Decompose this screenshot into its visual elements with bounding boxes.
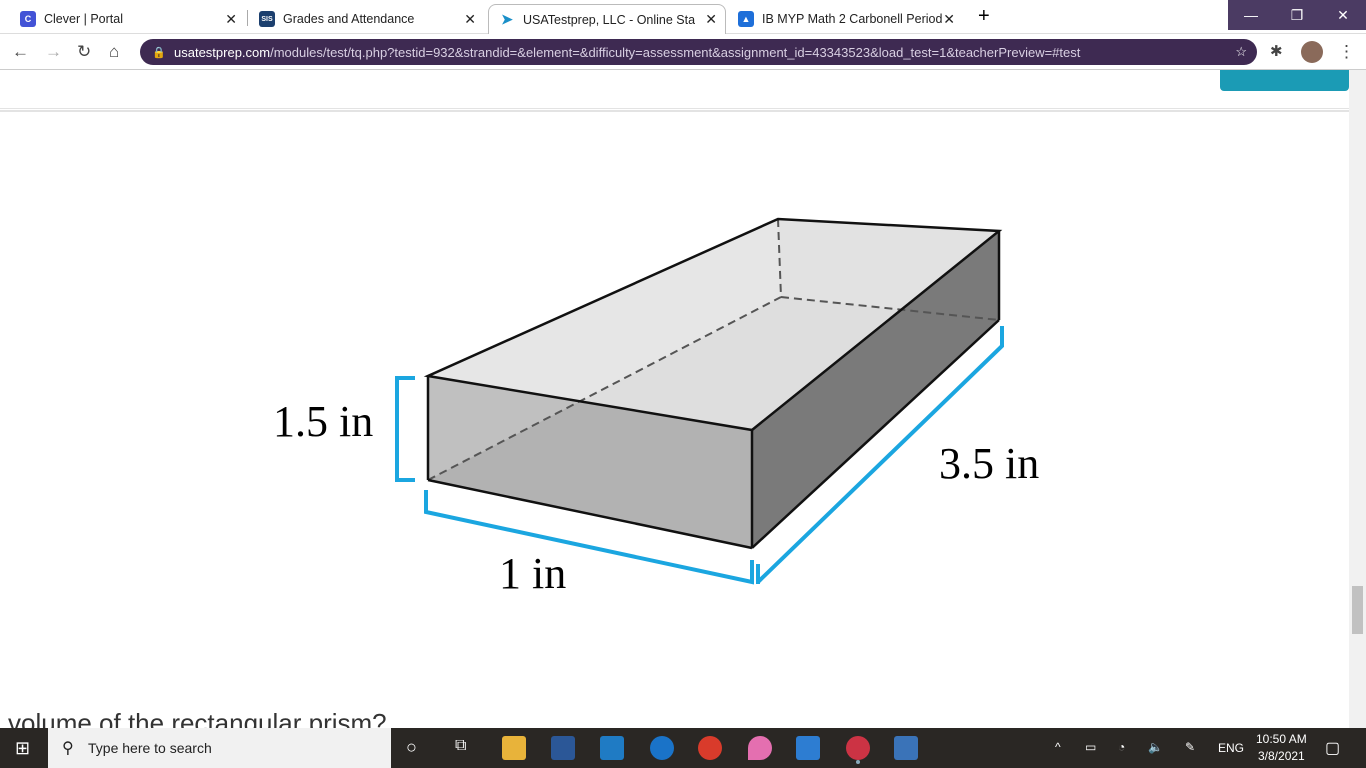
scrollbar-thumb[interactable] — [1352, 586, 1363, 634]
paint-icon[interactable] — [748, 736, 772, 760]
tab-clever[interactable]: C Clever | Portal ✕ — [10, 4, 245, 34]
edge-icon[interactable] — [650, 736, 674, 760]
tab-title: USATestprep, LLC - Online State- — [523, 12, 695, 27]
cursor-icon: ➤ — [501, 11, 513, 27]
pen-icon[interactable]: ✎ — [1185, 740, 1195, 754]
calculator-icon[interactable] — [894, 736, 918, 760]
url-input[interactable]: 🔒 usatestprep.com/modules/test/tq.php?tes… — [140, 39, 1257, 65]
home-icon[interactable]: ⌂ — [109, 42, 119, 62]
close-icon[interactable]: ✕ — [464, 11, 476, 28]
task-view-icon[interactable]: ⧉ — [455, 737, 466, 755]
avatar[interactable] — [1301, 41, 1323, 63]
prism-figure — [395, 217, 1004, 585]
length-label: 3.5 in — [939, 439, 1040, 488]
tab-usatestprep[interactable]: ➤ USATestprep, LLC - Online State- ✕ — [488, 4, 726, 34]
url-path: /modules/test/tq.php?testid=932&strandid… — [270, 44, 1081, 60]
file-explorer-icon[interactable] — [502, 736, 526, 760]
question-text: volume of the rectangular prism? — [8, 708, 387, 728]
clock-date[interactable]: 3/8/2021 — [1258, 749, 1305, 763]
restore-button[interactable]: ❐ — [1274, 0, 1320, 30]
show-hidden-icons[interactable]: ^ — [1055, 740, 1061, 754]
url-domain: usatestprep.com — [174, 44, 271, 60]
close-icon[interactable]: ✕ — [225, 11, 237, 28]
close-window-button[interactable]: ✕ — [1320, 0, 1366, 30]
taskbar: ⊞ ⚲ Type here to search ○ ⧉ ^ ▭ ◔ 🔈 ✎ ENG… — [0, 728, 1366, 768]
lock-icon: 🔒 — [152, 46, 166, 59]
close-icon[interactable]: ✕ — [705, 11, 717, 28]
tab-title: IB MYP Math 2 Carbonell Period — [762, 12, 943, 26]
language-indicator[interactable]: ENG — [1218, 741, 1244, 755]
reload-icon[interactable]: ↻ — [77, 42, 91, 62]
volume-icon[interactable]: 🔈 — [1148, 740, 1163, 754]
divider — [247, 10, 248, 26]
wifi-icon[interactable]: ◔ — [1118, 740, 1125, 754]
tab-classroom[interactable]: ▲ IB MYP Math 2 Carbonell Period ✕ — [728, 4, 963, 34]
tab-title: Clever | Portal — [44, 12, 123, 26]
page-content: 1.5 in 1 in 3.5 in volume of the rectang… — [0, 70, 1349, 728]
cortana-icon[interactable]: ○ — [406, 737, 417, 758]
tab-title: Grades and Attendance — [283, 12, 415, 26]
close-icon[interactable]: ✕ — [943, 11, 955, 28]
mail-icon[interactable] — [796, 736, 820, 760]
tab-strip: C Clever | Portal ✕ SIS Grades and Attendan… — [0, 0, 1366, 34]
scrollbar[interactable] — [1349, 70, 1366, 728]
sis-icon: SIS — [259, 11, 275, 27]
new-tab-button[interactable]: + — [978, 5, 990, 28]
notifications-icon[interactable]: ▢ — [1325, 738, 1340, 758]
minimize-button[interactable]: — — [1228, 0, 1274, 30]
taskbar-search[interactable]: ⚲ Type here to search — [48, 728, 391, 768]
star-icon[interactable]: ☆ — [1235, 44, 1247, 60]
windows-start-icon[interactable]: ⊞ — [15, 738, 30, 759]
search-placeholder: Type here to search — [88, 740, 212, 756]
extensions-icon[interactable]: ✱ — [1270, 42, 1283, 60]
word-icon[interactable] — [551, 736, 575, 760]
search-icon: ⚲ — [62, 740, 74, 757]
battery-icon[interactable]: ▭ — [1085, 740, 1096, 754]
address-bar-row: ← → ↻ ⌂ 🔒 usatestprep.com/modules/test/tq… — [0, 34, 1366, 70]
clock-time[interactable]: 10:50 AM — [1256, 732, 1307, 746]
chrome-icon[interactable] — [698, 736, 722, 760]
photos-icon[interactable] — [600, 736, 624, 760]
back-icon[interactable]: ← — [12, 42, 29, 62]
height-label: 1.5 in — [273, 397, 374, 446]
width-label: 1 in — [499, 549, 567, 598]
tab-grades[interactable]: SIS Grades and Attendance ✕ — [249, 4, 484, 34]
chrome-profile-icon[interactable] — [846, 736, 870, 760]
clever-icon: C — [20, 11, 36, 27]
menu-icon[interactable]: ⋮ — [1338, 42, 1355, 62]
forward-icon[interactable]: → — [45, 42, 62, 62]
classroom-icon: ▲ — [738, 11, 754, 27]
